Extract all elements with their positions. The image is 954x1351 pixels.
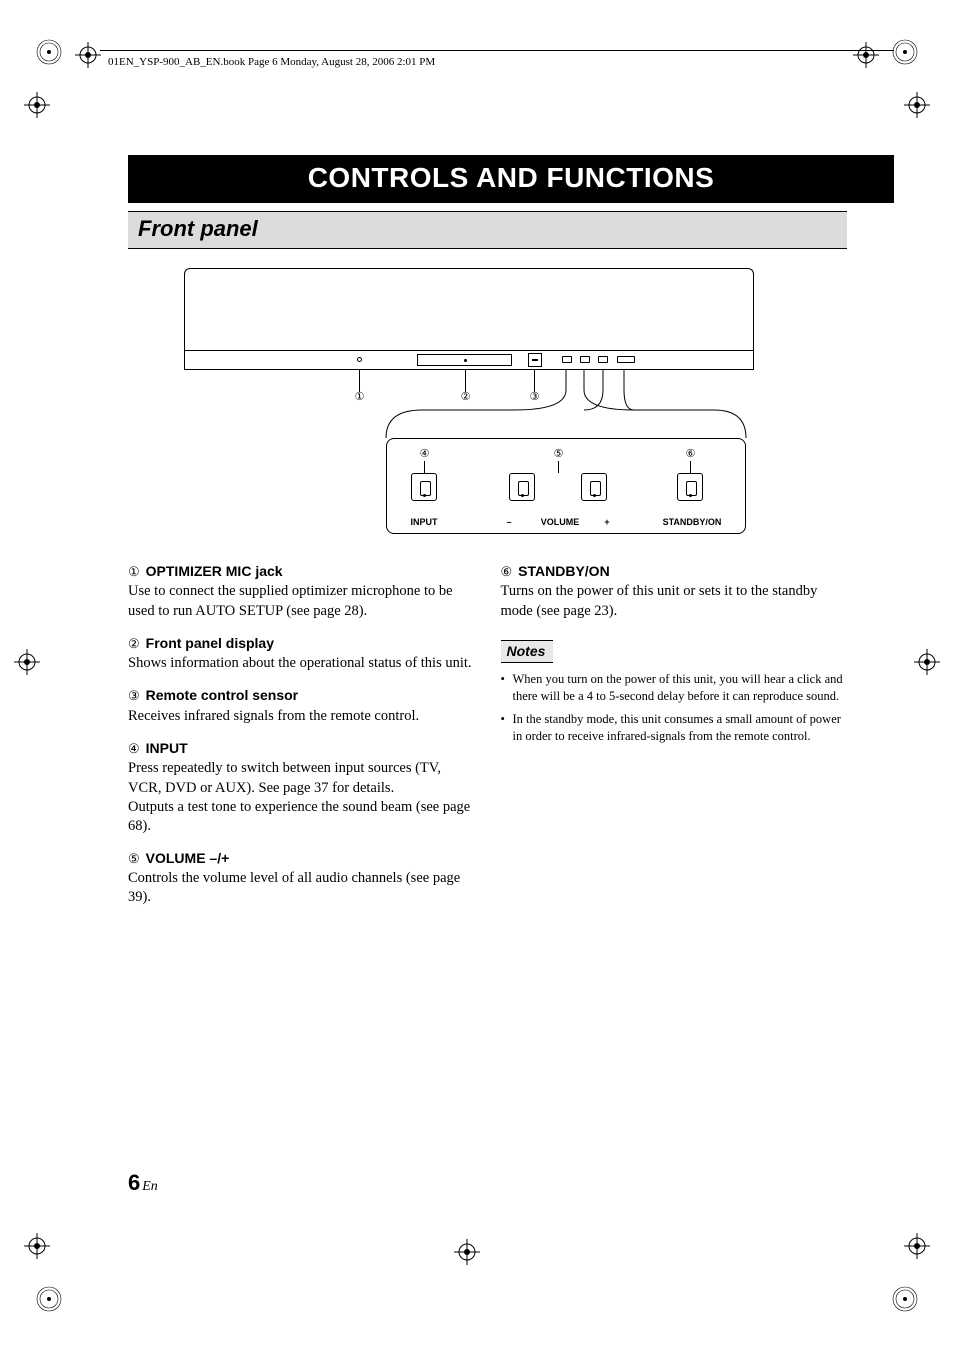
standby-button-icon: [677, 473, 703, 501]
mic-jack-icon: [357, 357, 362, 362]
item-2: ② Front panel display Shows information a…: [128, 634, 475, 674]
vol-minus-button-icon: [509, 473, 535, 501]
note-item: When you turn on the power of this unit,…: [501, 671, 848, 705]
item-3: ③ Remote control sensor Receives infrared…: [128, 686, 475, 726]
leader-line: [558, 461, 559, 473]
callout-6: ⑥: [683, 447, 698, 462]
item-body: Press repeatedly to switch between input…: [128, 759, 475, 836]
item-4: ④ INPUT Press repeatedly to switch betwee…: [128, 739, 475, 836]
note-item: In the standby mode, this unit consumes …: [501, 711, 848, 745]
panel-button-icon: [580, 356, 590, 363]
item-title: Remote control sensor: [146, 687, 298, 703]
item-title: STANDBY/ON: [518, 563, 610, 579]
brace-connector-icon: [184, 370, 754, 440]
item-5: ⑤ VOLUME –/+ Controls the volume level of…: [128, 849, 475, 908]
crosshair-icon: [75, 42, 101, 68]
item-num: ③: [128, 687, 140, 704]
reg-mark-icon: [891, 38, 919, 66]
item-body: Turns on the power of this unit or sets …: [501, 582, 848, 620]
page-number-value: 6: [128, 1170, 140, 1195]
panel-button-icon: [598, 356, 608, 363]
description-columns: ① OPTIMIZER MIC jack Use to connect the s…: [128, 562, 847, 921]
item-1: ① OPTIMIZER MIC jack Use to connect the s…: [128, 562, 475, 621]
callout-4: ④: [417, 447, 432, 462]
notes-list: When you turn on the power of this unit,…: [501, 671, 848, 745]
device-body: [184, 268, 754, 350]
reg-mark-icon: [35, 38, 63, 66]
item-title: VOLUME –/+: [146, 850, 230, 866]
leader-line: [424, 461, 425, 473]
label-minus: –: [503, 517, 515, 527]
button-detail-box: ④ ⑤ ⑥ INPUT – VOLUME + STANDBY/ON: [386, 438, 746, 534]
label-input: INPUT: [397, 517, 451, 527]
display-dot: [464, 359, 467, 362]
item-body: Controls the volume level of all audio c…: [128, 869, 475, 907]
crosshair-icon: [24, 92, 50, 118]
label-volume: VOLUME: [533, 517, 587, 527]
remote-sensor-icon: [528, 353, 542, 367]
label-plus: +: [601, 517, 613, 527]
item-body: Use to connect the supplied optimizer mi…: [128, 582, 475, 620]
item-title: OPTIMIZER MIC jack: [146, 563, 283, 579]
crosshair-icon: [24, 1233, 50, 1259]
crosshair-icon: [14, 649, 40, 675]
page-lang: En: [142, 1179, 158, 1194]
item-6: ⑥ STANDBY/ON Turns on the power of this u…: [501, 562, 848, 621]
item-body: Receives infrared signals from the remot…: [128, 707, 475, 726]
device-strip: [184, 350, 754, 370]
crosshair-icon: [904, 92, 930, 118]
label-standby: STANDBY/ON: [653, 517, 731, 527]
page-number: 6En: [128, 1170, 158, 1196]
leader-line: [690, 461, 691, 473]
reg-mark-icon: [891, 1285, 919, 1313]
item-body: Shows information about the operational …: [128, 654, 475, 673]
input-button-icon: [411, 473, 437, 501]
notes-heading: Notes: [501, 634, 848, 671]
item-num: ①: [128, 563, 140, 580]
subsection-bar: Front panel: [128, 211, 847, 249]
item-num: ⑤: [128, 850, 140, 867]
crosshair-icon: [454, 1239, 480, 1265]
callout-5: ⑤: [551, 447, 566, 462]
item-num: ⑥: [501, 563, 513, 580]
reg-mark-icon: [35, 1285, 63, 1313]
crosshair-icon: [853, 42, 879, 68]
book-tag: 01EN_YSP-900_AB_EN.book Page 6 Monday, A…: [108, 56, 435, 68]
right-column: ⑥ STANDBY/ON Turns on the power of this u…: [501, 562, 848, 921]
crosshair-icon: [914, 649, 940, 675]
section-title: CONTROLS AND FUNCTIONS: [128, 155, 894, 203]
item-num: ④: [128, 740, 140, 757]
item-num: ②: [128, 635, 140, 652]
item-title: Front panel display: [146, 635, 274, 651]
crosshair-icon: [904, 1233, 930, 1259]
item-title: INPUT: [146, 740, 188, 756]
left-column: ① OPTIMIZER MIC jack Use to connect the s…: [128, 562, 475, 921]
vol-plus-button-icon: [581, 473, 607, 501]
subsection-title: Front panel: [138, 216, 837, 242]
front-panel-diagram: ① ② ③ ④ ⑤ ⑥ INPUT – VOLUME + STANDBY/ON: [184, 262, 754, 552]
panel-button-icon: [562, 356, 572, 363]
header-rule: [100, 50, 894, 51]
panel-button-wide-icon: [617, 356, 635, 363]
